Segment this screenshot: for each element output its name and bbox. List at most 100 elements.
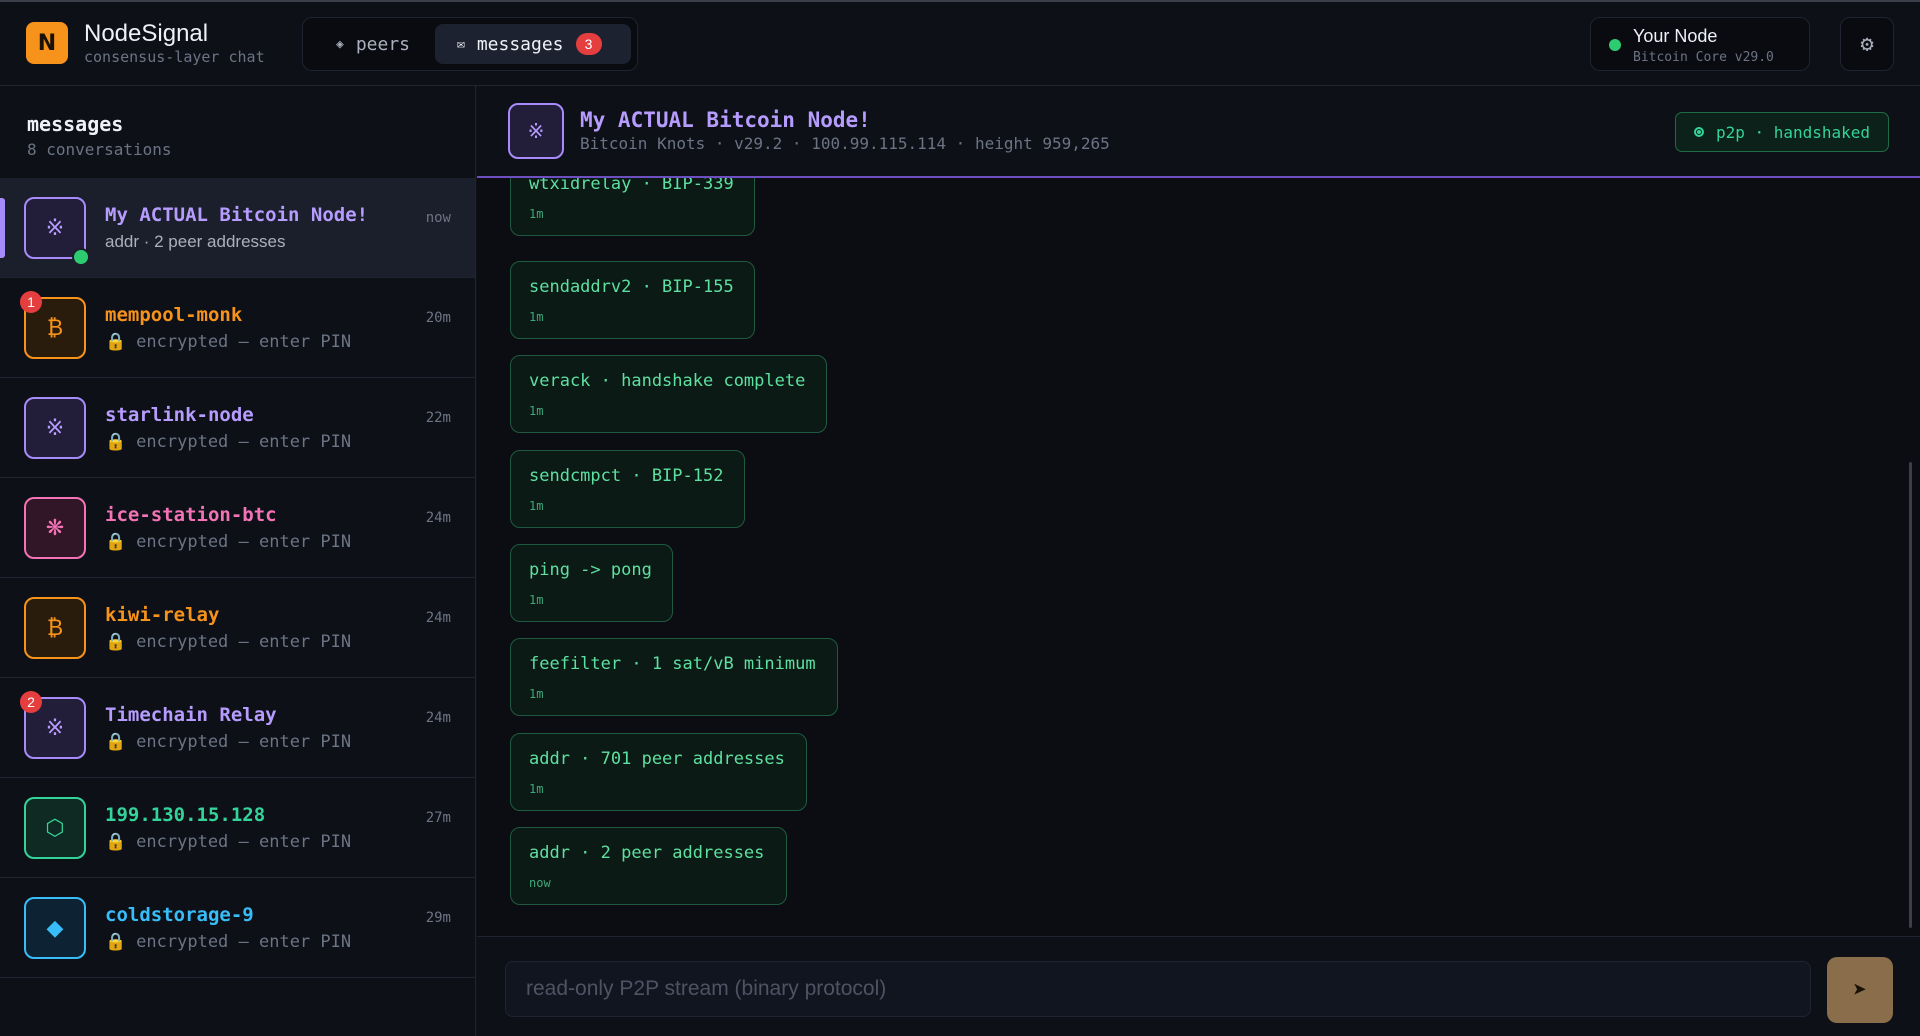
- view-tabs: ◈ peers ✉ messages 3: [302, 17, 638, 71]
- app-logo: N: [26, 22, 68, 64]
- hexagon-icon: ⬡: [45, 815, 65, 841]
- connection-status-badge: p2p · handshaked: [1675, 112, 1889, 152]
- conversation-time: 20m: [425, 310, 451, 326]
- conversation-time: 24m: [425, 510, 451, 526]
- conversation-item[interactable]: ₿ kiwi-relay 🔒 encrypted — enter PIN 24m: [0, 578, 475, 678]
- envelope-icon: ✉: [457, 36, 465, 52]
- message-text: sendaddrv2 · BIP-155: [529, 277, 734, 297]
- app-name: NodeSignal: [84, 20, 209, 47]
- peer-avatar: ❋: [24, 497, 86, 559]
- gear-icon: ⚙: [1860, 31, 1874, 57]
- message-text: wtxidrelay · BIP-339: [529, 178, 734, 194]
- app-header: N NodeSignal consensus-layer chat ◈ peer…: [0, 2, 1920, 86]
- tab-messages[interactable]: ✉ messages 3: [435, 24, 631, 64]
- conversation-item[interactable]: ※ My ACTUAL Bitcoin Node! addr · 2 peer …: [0, 178, 475, 278]
- conversation-item[interactable]: ₿ 1 mempool-monk 🔒 encrypted — enter PIN …: [0, 278, 475, 378]
- peer-avatar: ※: [24, 397, 86, 459]
- message-text: sendcmpct · BIP-152: [529, 466, 724, 486]
- send-button[interactable]: ➤: [1827, 957, 1893, 1023]
- asterism-icon: ※: [45, 715, 65, 741]
- message-time: 1m: [529, 593, 544, 607]
- message-bubble: sendaddrv2 · BIP-155 1m: [510, 261, 755, 339]
- conversation-name: ice-station-btc: [105, 504, 277, 526]
- connection-status-label: p2p · handshaked: [1715, 122, 1871, 142]
- conversation-time: 24m: [425, 610, 451, 626]
- message-bubble: addr · 701 peer addresses 1m: [510, 733, 807, 811]
- peers-icon: ◈: [335, 36, 344, 52]
- asterism-icon: ※: [45, 215, 65, 241]
- node-name: Your Node: [1633, 26, 1718, 46]
- conversation-time: 24m: [425, 710, 451, 726]
- conversation-name: My ACTUAL Bitcoin Node!: [105, 204, 369, 226]
- conversation-item[interactable]: ❋ ice-station-btc 🔒 encrypted — enter PIN…: [0, 478, 475, 578]
- message-time: 1m: [529, 207, 544, 221]
- status-ring-icon: [1693, 127, 1704, 137]
- peer-avatar: ₿: [24, 597, 86, 659]
- conversation-item[interactable]: ※ 2 Timechain Relay 🔒 encrypted — enter P…: [0, 678, 475, 778]
- your-node-status[interactable]: Your Node Bitcoin Core v29.0: [1590, 17, 1810, 71]
- asterism-icon: ※: [527, 119, 545, 143]
- tab-messages-label: messages: [476, 33, 564, 55]
- bitcoin-icon: ₿: [46, 616, 64, 641]
- node-version: Bitcoin Core v29.0: [1633, 50, 1774, 65]
- conversation-item[interactable]: ※ starlink-node 🔒 encrypted — enter PIN 2…: [0, 378, 475, 478]
- message-text: feefilter · 1 sat/vB minimum: [529, 654, 816, 674]
- message-time: now: [529, 876, 551, 890]
- message-time: 1m: [529, 687, 544, 701]
- asterism-icon: ※: [45, 415, 65, 441]
- message-text: ping -> pong: [529, 560, 652, 580]
- message-bubble: verack · handshake complete 1m: [510, 355, 827, 433]
- message-time: 1m: [529, 499, 544, 513]
- node-online-indicator: [1609, 39, 1621, 51]
- unread-count-badge: 3: [575, 33, 602, 55]
- online-indicator: [72, 248, 90, 266]
- conversation-preview: 🔒 encrypted — enter PIN: [105, 832, 352, 852]
- conversation-time: now: [425, 210, 451, 226]
- chat-peer-details: Bitcoin Knots · v29.2 · 100.99.115.114 ·…: [580, 134, 1110, 153]
- conversation-item[interactable]: ◆ coldstorage-9 🔒 encrypted — enter PIN 2…: [0, 878, 475, 978]
- unread-badge: 1: [20, 291, 42, 313]
- conversation-sidebar: messages 8 conversations ※ My ACTUAL Bit…: [0, 86, 476, 1036]
- lock-icon: 🔒: [105, 932, 127, 952]
- message-time: 1m: [529, 310, 544, 324]
- lock-icon: 🔒: [105, 632, 127, 652]
- lock-icon: 🔒: [105, 532, 127, 552]
- app-subtitle: consensus-layer chat: [84, 48, 265, 66]
- conversation-preview: 🔒 encrypted — enter PIN: [105, 432, 352, 452]
- conversation-name: kiwi-relay: [105, 604, 220, 626]
- message-bubble: sendcmpct · BIP-152 1m: [510, 450, 745, 528]
- tab-peers[interactable]: ◈ peers: [311, 24, 435, 64]
- conversation-time: 22m: [425, 410, 451, 426]
- peer-avatar: ⬡: [24, 797, 86, 859]
- settings-button[interactable]: ⚙: [1840, 17, 1894, 71]
- tab-peers-label: peers: [355, 33, 410, 55]
- conversation-time: 27m: [425, 810, 451, 826]
- lock-icon: 🔒: [105, 332, 127, 352]
- unread-badge: 2: [20, 691, 42, 713]
- conversation-count: 8 conversations: [27, 140, 172, 159]
- message-bubble: wtxidrelay · BIP-339 1m: [510, 178, 755, 236]
- conversation-item[interactable]: ⬡ 199.130.15.128 🔒 encrypted — enter PIN …: [0, 778, 475, 878]
- conversation-preview: 🔒 encrypted — enter PIN: [105, 932, 352, 952]
- conversation-name: mempool-monk: [105, 304, 243, 326]
- conversation-name: coldstorage-9: [105, 904, 254, 926]
- message-input[interactable]: read-only P2P stream (binary protocol): [505, 961, 1811, 1017]
- conversation-name: starlink-node: [105, 404, 254, 426]
- message-scrollbar[interactable]: [1909, 462, 1912, 928]
- message-bubble: ping -> pong 1m: [510, 544, 673, 622]
- message-time: 1m: [529, 782, 544, 796]
- message-text: verack · handshake complete: [529, 371, 806, 391]
- chat-title: My ACTUAL Bitcoin Node!: [580, 108, 871, 132]
- chat-peer-avatar: ※: [508, 103, 564, 159]
- message-composer: read-only P2P stream (binary protocol) ➤: [477, 936, 1920, 1036]
- message-text: addr · 701 peer addresses: [529, 749, 785, 769]
- message-bubble: feefilter · 1 sat/vB minimum 1m: [510, 638, 838, 716]
- lock-icon: 🔒: [105, 832, 127, 852]
- lock-icon: 🔒: [105, 432, 127, 452]
- diamond-icon: ◆: [46, 915, 64, 941]
- conversation-time: 29m: [425, 910, 451, 926]
- message-text: addr · 2 peer addresses: [529, 843, 765, 863]
- message-time: 1m: [529, 404, 544, 418]
- send-arrow-icon: ➤: [1852, 976, 1868, 1004]
- sidebar-title: messages: [27, 112, 124, 136]
